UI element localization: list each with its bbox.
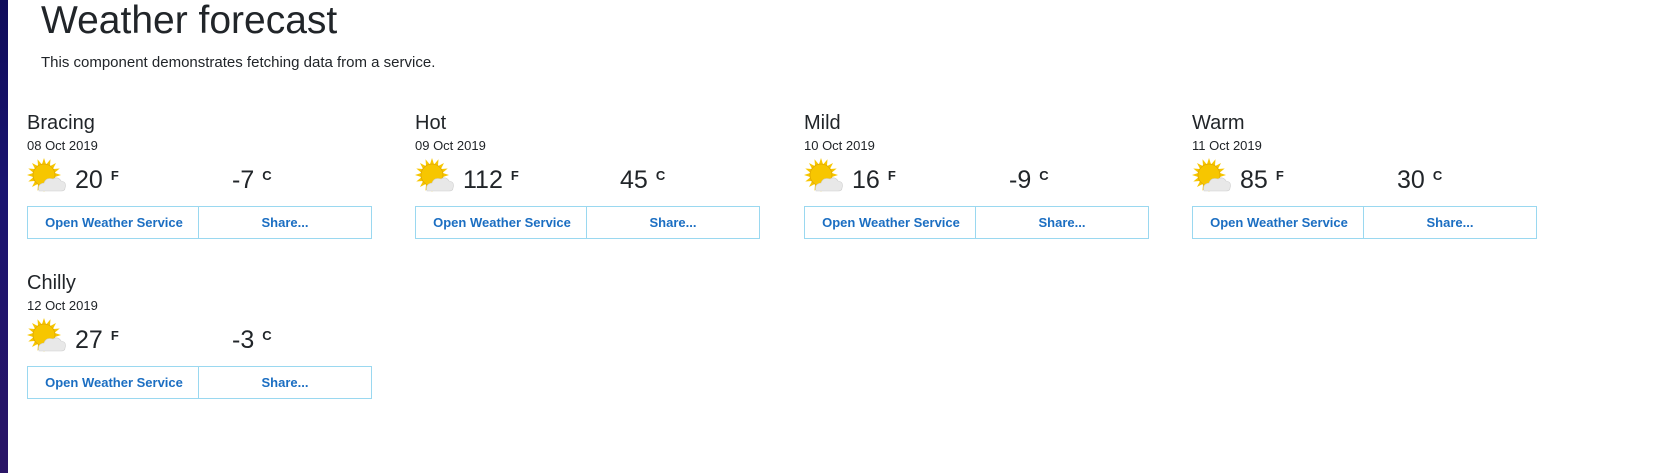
forecast-summary: Warm bbox=[1192, 112, 1245, 134]
forecast-summary: Bracing bbox=[27, 112, 95, 134]
forecast-card: Chilly 12 Oct 2019 27 F -3 C Open Weather … bbox=[27, 271, 377, 421]
forecast-summary: Mild bbox=[804, 112, 841, 134]
temperature-f: 27 F bbox=[75, 326, 119, 354]
temperature-c: 45 C bbox=[620, 166, 666, 194]
open-weather-service-button[interactable]: Open Weather Service bbox=[804, 206, 978, 239]
unit-f: F bbox=[1275, 168, 1284, 183]
share-button[interactable]: Share... bbox=[198, 366, 372, 399]
open-weather-service-button[interactable]: Open Weather Service bbox=[1192, 206, 1366, 239]
page-description: This component demonstrates fetching dat… bbox=[41, 54, 436, 71]
temperature-c: 30 C bbox=[1397, 166, 1443, 194]
sun-cloud-icon bbox=[415, 158, 454, 192]
temperature-c: -3 C bbox=[232, 326, 272, 354]
forecast-date: 11 Oct 2019 bbox=[1192, 138, 1262, 153]
forecast-date: 08 Oct 2019 bbox=[27, 138, 98, 153]
main-content: Weather forecast This component demonstr… bbox=[41, 0, 1651, 73]
open-weather-service-button[interactable]: Open Weather Service bbox=[415, 206, 589, 239]
share-button[interactable]: Share... bbox=[586, 206, 760, 239]
sun-cloud-icon bbox=[804, 158, 843, 192]
forecast-card: Warm 11 Oct 2019 85 F 30 C Open Weather Se… bbox=[1192, 111, 1542, 261]
unit-c: C bbox=[262, 168, 272, 183]
unit-f: F bbox=[110, 328, 119, 343]
temperature-f: 16 F bbox=[852, 166, 896, 194]
forecast-card: Hot 09 Oct 2019 112 F 45 C Open Weather Se… bbox=[415, 111, 765, 261]
temperature-c: -9 C bbox=[1009, 166, 1049, 194]
open-weather-service-button[interactable]: Open Weather Service bbox=[27, 206, 201, 239]
share-button[interactable]: Share... bbox=[198, 206, 372, 239]
temperature-f: 112 F bbox=[463, 166, 519, 194]
unit-c: C bbox=[1039, 168, 1049, 183]
forecast-date: 09 Oct 2019 bbox=[415, 138, 486, 153]
open-weather-service-button[interactable]: Open Weather Service bbox=[27, 366, 201, 399]
share-button[interactable]: Share... bbox=[975, 206, 1149, 239]
page-title: Weather forecast bbox=[41, 0, 338, 42]
forecast-date: 12 Oct 2019 bbox=[27, 298, 98, 313]
forecast-date: 10 Oct 2019 bbox=[804, 138, 875, 153]
sidebar-edge bbox=[0, 0, 8, 473]
sun-cloud-icon bbox=[1192, 158, 1231, 192]
unit-c: C bbox=[262, 328, 272, 343]
unit-f: F bbox=[510, 168, 519, 183]
unit-c: C bbox=[655, 168, 666, 183]
temperature-f: 20 F bbox=[75, 166, 119, 194]
sun-cloud-icon bbox=[27, 318, 66, 352]
temperature-c: -7 C bbox=[232, 166, 272, 194]
sun-cloud-icon bbox=[27, 158, 66, 192]
unit-c: C bbox=[1432, 168, 1443, 183]
temperature-f: 85 F bbox=[1240, 166, 1284, 194]
forecast-card: Bracing 08 Oct 2019 20 F -7 C Open Weather… bbox=[27, 111, 377, 261]
forecast-summary: Hot bbox=[415, 112, 447, 134]
forecast-summary: Chilly bbox=[27, 272, 76, 294]
forecast-card: Mild 10 Oct 2019 16 F -9 C Open Weather Se… bbox=[804, 111, 1154, 261]
share-button[interactable]: Share... bbox=[1363, 206, 1537, 239]
unit-f: F bbox=[110, 168, 119, 183]
unit-f: F bbox=[887, 168, 896, 183]
